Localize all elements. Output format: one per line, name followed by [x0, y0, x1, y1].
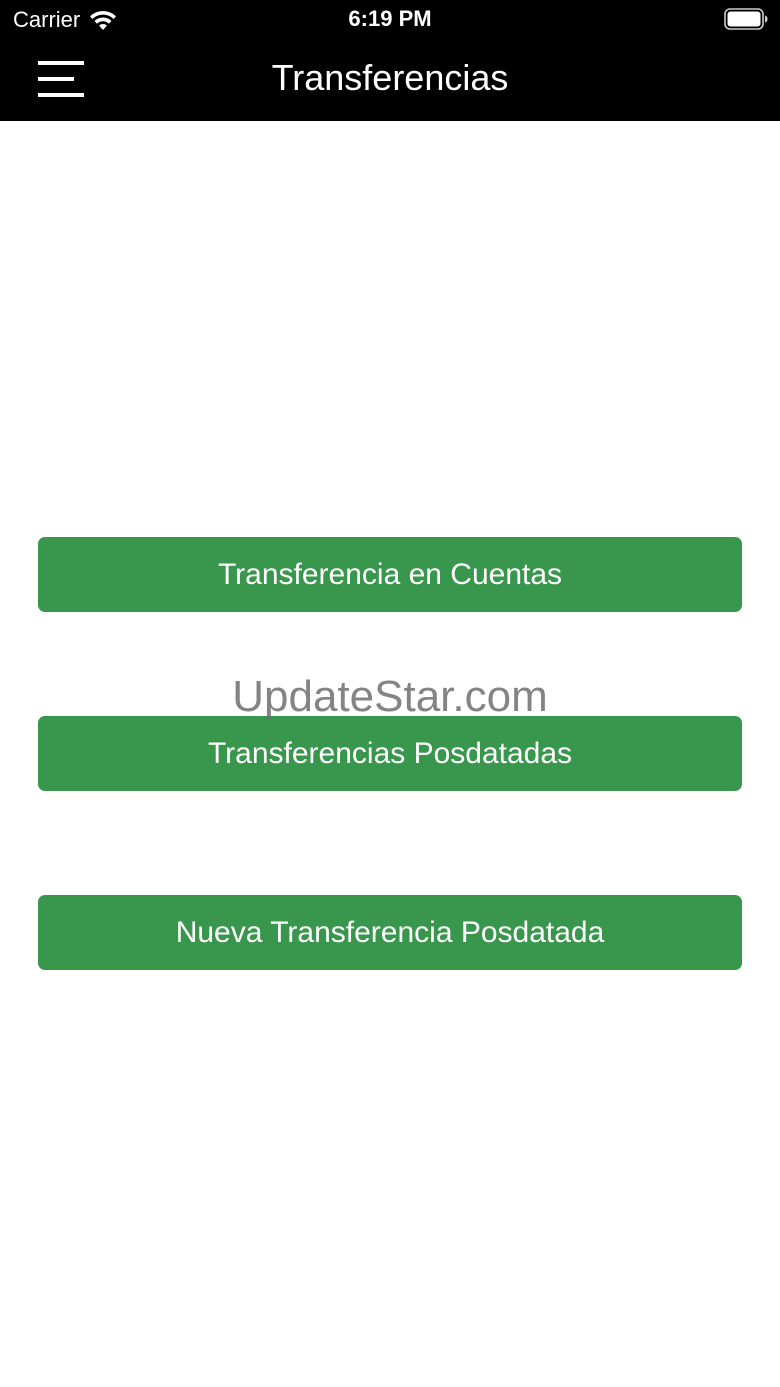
- new-postdated-transfer-button[interactable]: Nueva Transferencia Posdatada: [38, 895, 742, 970]
- postdated-transfers-button[interactable]: Transferencias Posdatadas: [38, 716, 742, 791]
- battery-icon: [724, 8, 768, 30]
- page-title: Transferencias: [271, 57, 509, 98]
- status-bar: Carrier 6:19 PM: [0, 0, 780, 40]
- top-bar: Carrier 6:19 PM Transferencias: [0, 0, 780, 121]
- watermark: UpdateStar.com: [232, 672, 548, 721]
- transfer-accounts-button[interactable]: Transferencia en Cuentas: [38, 537, 742, 612]
- transfers-screen: Carrier 6:19 PM Transferencias Transfere…: [0, 0, 780, 1387]
- navigation-bar: Transferencias: [0, 40, 780, 121]
- status-time: 6:19 PM: [348, 6, 432, 31]
